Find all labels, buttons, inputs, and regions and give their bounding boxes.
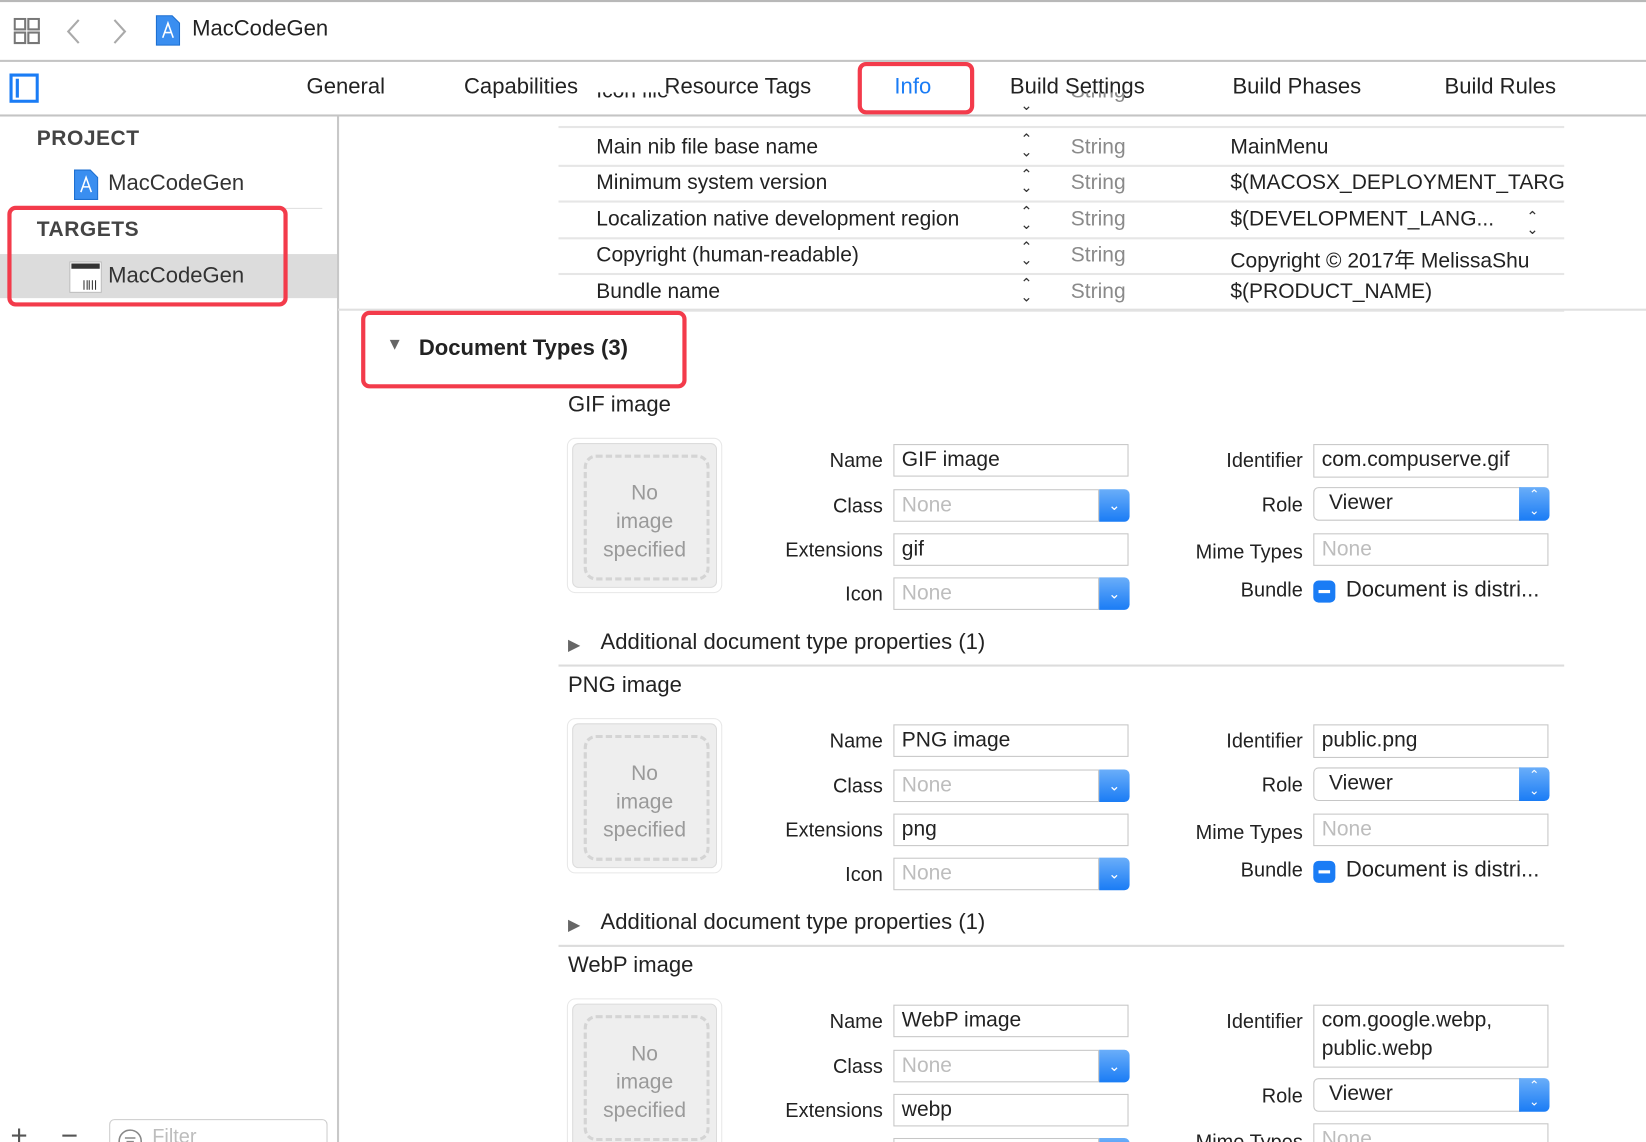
extensions-label: Extensions <box>785 1100 883 1123</box>
icon-placeholder: None <box>901 861 952 885</box>
identifier-label: Identifier <box>1226 1010 1303 1034</box>
chevron-down-icon[interactable]: ⌄ <box>1099 1049 1130 1083</box>
class-placeholder: None <box>901 1053 952 1078</box>
document-type-section: PNG image No image specified Name Class Extens… <box>0 280 1646 947</box>
class-label: Class <box>832 1056 883 1079</box>
icon-popup[interactable]: None <box>893 1137 1100 1142</box>
identifier-field[interactable]: com.google.webp, public.webp <box>1313 1004 1549 1068</box>
divider <box>558 944 1565 947</box>
document-type-title: WebP image <box>567 953 694 978</box>
document-type-section: WebP image No image specified Name Class Exten… <box>0 561 1646 1142</box>
icon-label: Icon <box>845 863 883 887</box>
mime-types-field[interactable]: None <box>1313 1123 1549 1142</box>
mime-types-placeholder: None <box>1321 1127 1372 1142</box>
bundle-value: Document is distri... <box>1345 857 1540 882</box>
role-value: Viewer <box>1329 1082 1393 1106</box>
icon-popup[interactable]: None <box>893 857 1100 891</box>
role-popup[interactable]: Viewer <box>1313 1078 1522 1112</box>
filter-input[interactable]: Filter <box>109 1119 328 1142</box>
bundle-checkbox-mixed[interactable] <box>1313 860 1336 883</box>
bundle-label: Bundle <box>1240 859 1303 882</box>
add-icon[interactable]: + <box>10 1119 27 1142</box>
role-label: Role <box>1261 1085 1303 1108</box>
stepper-icon[interactable]: ⌃ ⌄ <box>1519 1078 1550 1112</box>
additional-properties-label: Additional document type properties (1) <box>600 910 986 935</box>
name-label: Name <box>829 1010 883 1034</box>
remove-icon[interactable]: − <box>61 1119 78 1142</box>
minus-icon <box>1318 870 1331 874</box>
document-type-section: GIF image No image specified Name Class Extens… <box>0 0 1646 667</box>
class-popup[interactable]: None <box>893 1049 1100 1083</box>
disclosure-triangle-closed-icon[interactable]: ▶ <box>568 915 580 934</box>
filter-icon <box>118 1129 142 1142</box>
mime-types-label: Mime Types <box>1093 1132 1303 1142</box>
